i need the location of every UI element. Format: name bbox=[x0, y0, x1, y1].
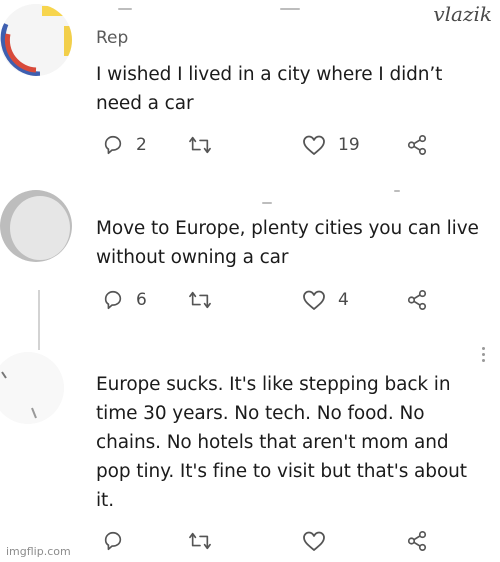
share-icon bbox=[407, 135, 427, 155]
avatar-image bbox=[0, 190, 72, 262]
like-count: 19 bbox=[338, 135, 360, 155]
more-button[interactable] bbox=[482, 347, 486, 365]
retweet-button[interactable] bbox=[188, 527, 212, 555]
avatar[interactable] bbox=[0, 352, 64, 424]
share-button[interactable] bbox=[406, 527, 428, 555]
like-button[interactable]: 4 bbox=[302, 286, 349, 314]
like-icon bbox=[303, 531, 325, 551]
blurred-handle bbox=[280, 8, 300, 10]
avatar[interactable] bbox=[0, 4, 72, 76]
watermark: imgflip.com bbox=[6, 545, 71, 558]
share-icon bbox=[407, 531, 427, 551]
like-icon bbox=[303, 290, 325, 310]
blurred-time bbox=[394, 190, 400, 192]
avatar-image bbox=[0, 4, 72, 76]
share-icon bbox=[407, 290, 427, 310]
reply-context: Rep bbox=[96, 28, 129, 48]
reply-button[interactable] bbox=[102, 527, 124, 555]
reply-count: 2 bbox=[136, 135, 147, 155]
reply-count: 6 bbox=[136, 290, 147, 310]
tweet-actions: 6 4 bbox=[96, 286, 436, 314]
like-button[interactable]: 19 bbox=[302, 131, 360, 159]
retweet-icon bbox=[189, 136, 211, 154]
tweet-text: Europe sucks. It's like stepping back in… bbox=[96, 374, 467, 511]
top-right-mark: vlazik bbox=[433, 2, 492, 26]
reply-icon bbox=[104, 531, 122, 551]
screenshot: vlazik Rep I wished I lived in a city wh… bbox=[0, 0, 500, 562]
reply-icon bbox=[104, 135, 122, 155]
tweet-actions bbox=[96, 527, 436, 555]
blurred-handle bbox=[262, 202, 272, 204]
retweet-icon bbox=[189, 291, 211, 309]
blurred-name bbox=[118, 8, 132, 10]
tweet-text: Move to Europe, plenty cities you can li… bbox=[96, 218, 479, 268]
reply-icon bbox=[104, 290, 122, 310]
share-button[interactable] bbox=[406, 131, 428, 159]
like-count: 4 bbox=[338, 290, 349, 310]
share-button[interactable] bbox=[406, 286, 428, 314]
avatar-image bbox=[0, 352, 64, 424]
avatar[interactable] bbox=[0, 190, 72, 262]
reply-button[interactable]: 2 bbox=[102, 131, 147, 159]
thread-line bbox=[38, 290, 40, 350]
retweet-icon bbox=[189, 532, 211, 550]
tweet-text: I wished I lived in a city where I didn’… bbox=[96, 64, 443, 114]
retweet-button[interactable] bbox=[188, 286, 212, 314]
tweet-actions: 2 19 bbox=[96, 131, 436, 159]
reply-button[interactable]: 6 bbox=[102, 286, 147, 314]
like-button[interactable] bbox=[302, 527, 326, 555]
like-icon bbox=[303, 135, 325, 155]
more-icon bbox=[482, 347, 485, 350]
retweet-button[interactable] bbox=[188, 131, 212, 159]
